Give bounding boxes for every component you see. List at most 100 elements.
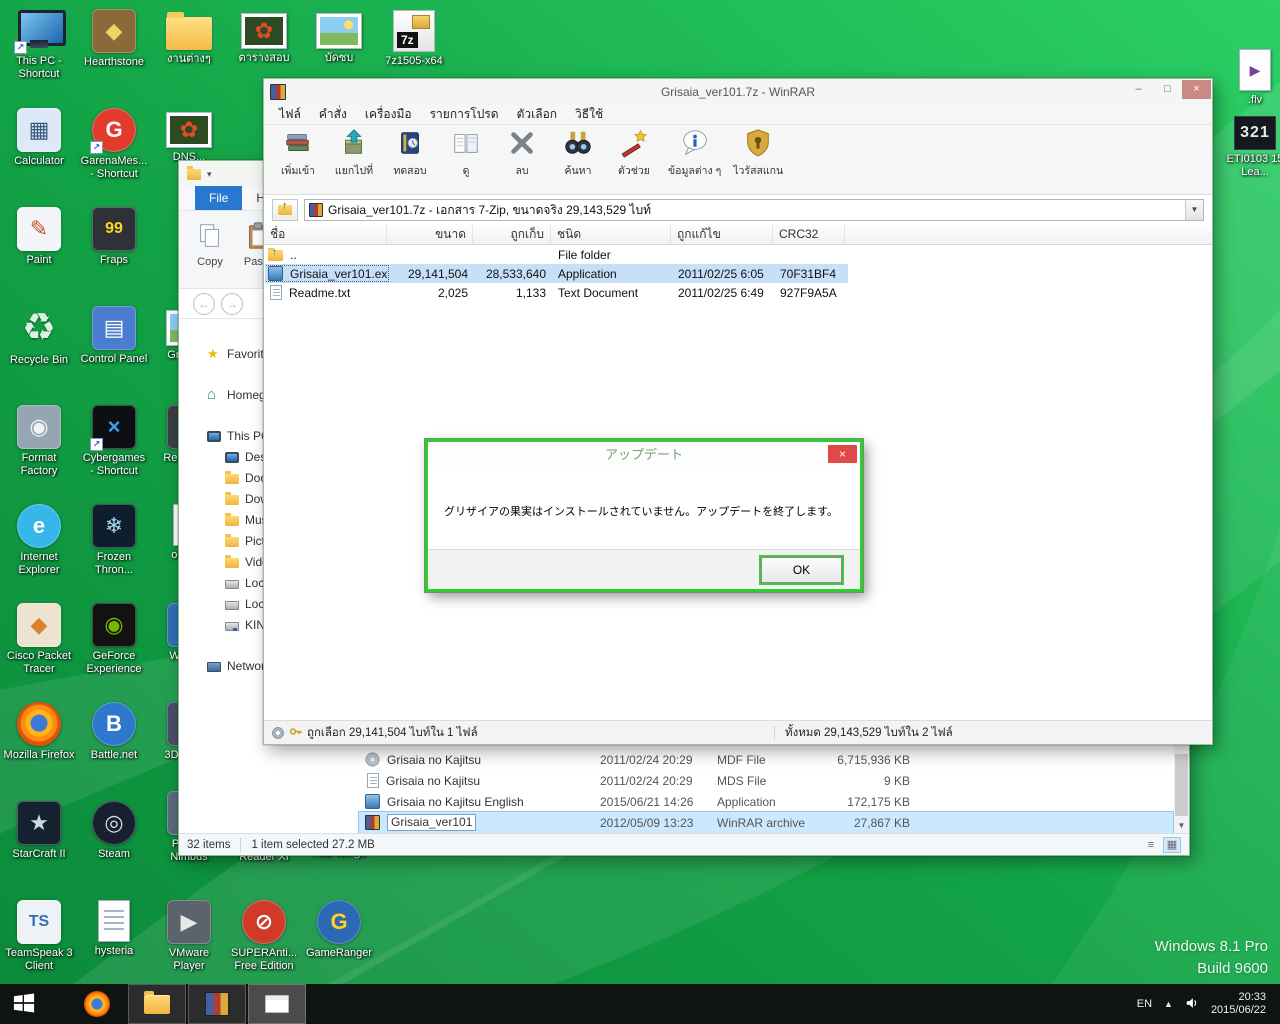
column-header-1[interactable]: ขนาด (387, 225, 473, 244)
minimize-button[interactable]: – (1124, 80, 1153, 99)
scroll-down-icon[interactable]: ▼ (1174, 818, 1189, 833)
archive-path-combobox[interactable]: Grisaia_ver101.7z - เอกสาร 7-Zip, ขนาดจร… (304, 199, 1204, 221)
hidden-icons-icon[interactable]: ▲ (1164, 999, 1173, 1009)
winrar-status-selected: ถูกเลือก 29,141,504 ไบท์ใน 1 ไฟล์ (307, 726, 478, 739)
tab-file[interactable]: File (195, 186, 243, 210)
desktop-icon-ngan-tang-tang[interactable]: งานต่างๆ (152, 8, 226, 66)
desktop-icon-frozen-throne[interactable]: ❄ Frozen Thron... (77, 503, 151, 577)
taskbar-clock[interactable]: 20:33 2015/06/22 (1211, 991, 1266, 1017)
winrar-window[interactable]: Grisaia_ver101.7z - WinRAR – □ × ไฟล์ คำส… (263, 78, 1213, 745)
toolbar-button-info[interactable]: ข้อมูลต่าง ๆ (664, 128, 725, 190)
desktop-icon-starcraft-ii[interactable]: ★ StarCraft II (2, 800, 76, 861)
desktop-icon-vmware-player[interactable]: ▶ VMware Player (152, 899, 226, 973)
menu-item-1[interactable]: คำสั่ง (310, 105, 356, 124)
toolbar-button-extract[interactable]: แยกไปที่ (328, 128, 380, 190)
taskbar-updater-button[interactable] (248, 984, 306, 1024)
desktop-icon-label: ETI0103 15 Lea... (1226, 153, 1280, 178)
volume-icon[interactable] (1185, 996, 1199, 1013)
column-header-5[interactable]: CRC32 (773, 225, 845, 244)
desktop-icon-steam[interactable]: ◎ Steam (77, 800, 151, 861)
explorer-app-icon (187, 165, 201, 180)
toolbar-button-find[interactable]: ค้นหา (552, 128, 604, 190)
toolbar-button-add[interactable]: เพิ่มเข้า (272, 128, 324, 190)
explorer-file-list: Grisaia no Kajitsu 2011/02/24 20:29 MDF Fi… (358, 749, 1174, 834)
desktop-icon-superantispyware[interactable]: ⊘ SUPERAnti... Free Edition (227, 899, 301, 973)
back-button[interactable]: ← (193, 292, 215, 315)
desktop-icon-recycle-bin[interactable]: ♻ Recycle Bin (2, 305, 76, 367)
desktop-icon-format-factory[interactable]: ◉ Format Factory (2, 404, 76, 478)
explorer-file-row[interactable]: Grisaia no Kajitsu English 2015/06/21 14:… (359, 791, 1173, 812)
rename-input[interactable]: Grisaia_ver101 (387, 814, 477, 831)
desktop-icon-battle-net[interactable]: B Battle.net (77, 701, 151, 762)
desktop-icon-budsob[interactable]: บัดซบ (302, 8, 376, 65)
desktop-icon-control-panel[interactable]: ▤ Control Panel (77, 305, 151, 366)
ok-button[interactable]: OK (761, 557, 842, 583)
desktop-icon-cisco-packet-tracer[interactable]: ◆ Cisco Packet Tracer (2, 602, 76, 676)
desktop-icon-calculator[interactable]: ▦ Calculator (2, 107, 76, 168)
toolbar-button-wizard[interactable]: ตัวช่วย (608, 128, 660, 190)
maximize-button[interactable]: □ (1153, 80, 1182, 99)
archive-row[interactable]: Grisaia_ver101.exe 29,141,504 28,533,640 Ap… (265, 264, 848, 283)
icon-glyph: ⊘ (254, 909, 274, 934)
explorer-file-row[interactable]: Grisaia no Kajitsu 2011/02/24 20:29 MDS Fi… (359, 770, 1173, 791)
desktop-icon-fraps[interactable]: 99 Fraps (77, 206, 151, 267)
column-header-4[interactable]: ถูกแก้ไข (671, 225, 773, 244)
column-header-0[interactable]: ชื่อ (264, 225, 387, 244)
combo-dropdown-icon[interactable]: ▼ (1185, 200, 1203, 220)
desktop-icon-label: ตารางสอบ (238, 52, 290, 64)
desktop-icon-7z1505-x64[interactable]: 7z1505-x64 (377, 8, 451, 68)
archive-row[interactable]: Readme.txt 2,025 1,133 Text Document 2011/02… (265, 283, 848, 302)
up-directory-button[interactable] (272, 199, 298, 221)
desktop-icon-internet-explorer[interactable]: e Internet Explorer (2, 503, 76, 577)
desktop-icon-label: Hearthstone (84, 56, 144, 68)
language-indicator[interactable]: EN (1137, 998, 1152, 1010)
desktop-icon-gameranger[interactable]: G GameRanger (302, 899, 376, 960)
menu-item-2[interactable]: เครื่องมือ (356, 105, 421, 124)
toolbar-button-delete[interactable]: ลบ (496, 128, 548, 190)
winrar-titlebar[interactable]: Grisaia_ver101.7z - WinRAR – □ × (264, 79, 1212, 105)
toolbar-label: ไวรัสสแกน (733, 165, 784, 177)
toolbar-button-test[interactable]: ทดสอบ (384, 128, 436, 190)
desktop-icon-mozilla-firefox[interactable]: Mozilla Firefox (2, 701, 76, 762)
scrollbar-thumb[interactable] (1175, 754, 1188, 816)
desktop-icon-teamspeak-3-client[interactable]: TS TeamSpeak 3 Client (2, 899, 76, 973)
desktop-icon-eti0103[interactable]: 321 ETI0103 15 Lea... (1218, 110, 1280, 179)
copy-button[interactable]: Copy (187, 215, 233, 285)
icons-view-button[interactable]: ▦ (1163, 836, 1181, 853)
explorer-file-row[interactable]: Grisaia no Kajitsu 2011/02/24 20:29 MDF Fi… (359, 749, 1173, 770)
desktop-icon-flv-file[interactable]: .flv (1218, 48, 1280, 107)
close-button[interactable]: × (1182, 80, 1211, 99)
menu-item-0[interactable]: ไฟล์ (270, 105, 310, 124)
desktop-icon-garena-messenger[interactable]: G ↗ GarenaMes... - Shortcut (77, 107, 151, 181)
home-icon (207, 388, 221, 402)
file-size-cell: 29,141,504 (407, 266, 468, 281)
explorer-file-row[interactable]: Grisaia_ver101 2012/05/09 13:23 WinRAR arc… (358, 811, 1174, 834)
start-button[interactable] (0, 984, 48, 1024)
desktop-icon-cybergames-shortcut[interactable]: × ↗ Cybergames - Shortcut (77, 404, 151, 478)
forward-button[interactable]: → (221, 292, 243, 315)
dialog-titlebar[interactable]: アップデート × (428, 442, 860, 467)
menu-item-5[interactable]: วิธีใช้ (566, 105, 612, 124)
dialog-close-icon[interactable]: × (828, 445, 857, 463)
menu-item-3[interactable]: รายการโปรด (421, 105, 508, 124)
desktop-icon-hysteria[interactable]: hysteria (77, 899, 151, 958)
desktop-icon-paint[interactable]: ✎ Paint (2, 206, 76, 267)
frozen-throne-icon: ❄ (92, 504, 136, 548)
taskbar-firefox-button[interactable] (68, 984, 126, 1024)
quick-access-chevron-icon[interactable]: ▾ (207, 169, 212, 180)
desktop-icon-tarang-sob[interactable]: ตารางสอบ (227, 8, 301, 65)
desktop-icon-hearthstone[interactable]: ◆ Hearthstone (77, 8, 151, 69)
column-header-3[interactable]: ชนิด (551, 225, 671, 244)
update-dialog[interactable]: アップデート × グリザイアの果実はインストールされていません。アップデートを終… (425, 439, 863, 592)
menu-item-4[interactable]: ตัวเลือก (508, 105, 566, 124)
details-view-button[interactable]: ≡ (1142, 837, 1160, 853)
desktop-icon-geforce-experience[interactable]: ◉ GeForce Experience (77, 602, 151, 676)
desktop-icon-this-pc-shortcut[interactable]: ↗ This PC - Shortcut (2, 8, 76, 81)
taskbar-winrar-button[interactable] (188, 984, 246, 1024)
toolbar-button-scan[interactable]: ไวรัสสแกน (729, 128, 787, 190)
column-header-2[interactable]: ถูกเก็บ (473, 225, 551, 244)
toolbar-button-view[interactable]: ดู (440, 128, 492, 190)
desktop-icon-dns[interactable]: DNS... (152, 107, 226, 164)
taskbar-explorer-button[interactable] (128, 984, 186, 1024)
archive-row[interactable]: .. File folder (265, 245, 848, 264)
